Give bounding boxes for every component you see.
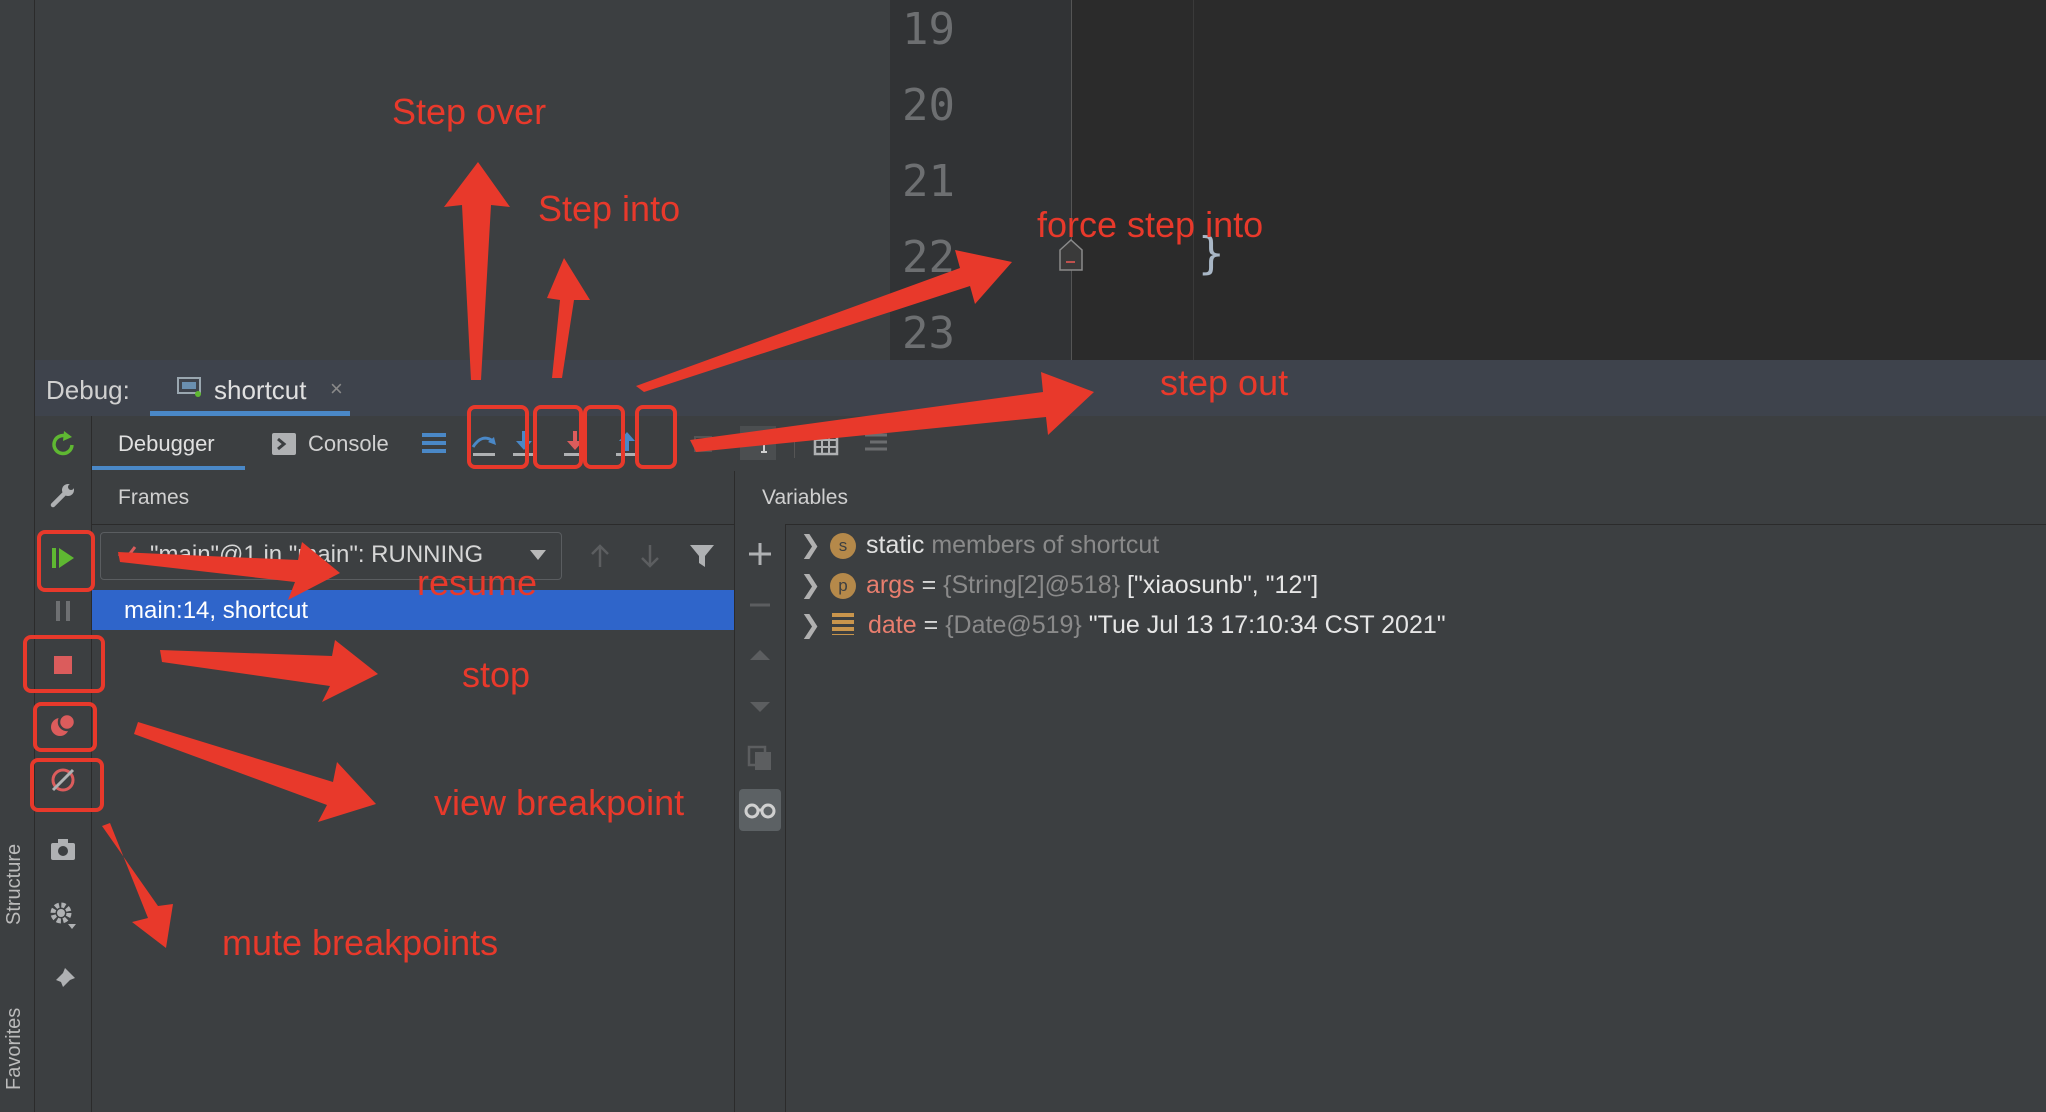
static-badge-icon: s: [830, 533, 856, 559]
drop-frame-icon[interactable]: [692, 431, 716, 455]
tab-debugger[interactable]: Debugger: [118, 431, 215, 457]
remove-watch-icon[interactable]: [746, 591, 774, 619]
pin-icon[interactable]: [48, 965, 78, 995]
tool-window-strip: Structure Favorites: [0, 0, 35, 1112]
step-into-highlight: [533, 405, 583, 469]
resume-highlight: [37, 530, 95, 592]
annotation-view-breakpoint: view breakpoint: [434, 782, 685, 823]
favorites-tool-tab[interactable]: Favorites: [3, 1008, 26, 1090]
trace-icon[interactable]: [862, 429, 890, 457]
field-icon: [832, 613, 854, 635]
variable-row[interactable]: ❯ p args = {String[2]@518} ["xiaosunb", "1…: [800, 570, 1318, 606]
settings-gear-icon[interactable]: [48, 900, 78, 930]
close-icon[interactable]: ×: [330, 376, 343, 402]
tab-underline: [92, 466, 245, 470]
step-out-highlight: [635, 405, 677, 469]
camera-icon[interactable]: [48, 834, 78, 864]
chevron-right-icon[interactable]: ❯: [800, 530, 830, 560]
pause-icon[interactable]: [48, 596, 78, 626]
line-number: 20: [902, 80, 955, 131]
view-breakpoint-highlight: [33, 702, 97, 752]
rerun-icon[interactable]: [48, 430, 78, 460]
variables-header: [735, 471, 2046, 525]
static-members-label: members of shortcut: [931, 531, 1160, 559]
variable-row[interactable]: ❯ date = {Date@519} "Tue Jul 13 17:10:34 …: [800, 610, 1446, 646]
tab-console[interactable]: Console: [308, 431, 389, 457]
line-number: 22: [902, 232, 955, 283]
run-config-icon: [177, 377, 201, 397]
wrench-icon[interactable]: [48, 480, 78, 510]
arrow-up-icon[interactable]: [588, 543, 612, 569]
variable-value: ["xiaosunb", "12"]: [1127, 571, 1319, 599]
copy-icon[interactable]: [746, 744, 774, 772]
evaluate-expression-icon[interactable]: [812, 429, 840, 457]
variable-type: {String[2]@518}: [943, 571, 1121, 599]
chevron-right-icon[interactable]: ❯: [800, 610, 830, 640]
stop-highlight: [23, 635, 105, 693]
variable-type: {Date@519}: [945, 611, 1082, 639]
filter-icon[interactable]: [688, 543, 716, 569]
variable-name: args: [866, 571, 915, 599]
arrow-down-icon[interactable]: [638, 543, 662, 569]
editor-gutter: 19 20 21 22 23: [890, 0, 1072, 360]
indent-guide: [1193, 0, 1194, 360]
force-step-into-highlight: [583, 405, 625, 469]
show-execution-point-icon[interactable]: [420, 429, 448, 457]
line-number: 21: [902, 156, 955, 207]
variable-value: "Tue Jul 13 17:10:34 CST 2021": [1088, 611, 1446, 639]
equals-sign: =: [921, 571, 937, 599]
parameter-badge-icon: p: [830, 573, 856, 599]
chevron-right-icon[interactable]: ❯: [800, 570, 830, 600]
step-over-highlight: [467, 405, 529, 469]
run-to-cursor-icon[interactable]: [740, 426, 776, 460]
chevron-down-icon: [530, 550, 546, 560]
thread-check-icon: [117, 546, 137, 563]
variable-row[interactable]: ❯ s static members of shortcut: [800, 530, 1159, 566]
frames-title: Frames: [118, 486, 190, 509]
equals-sign: =: [923, 611, 939, 639]
annotation-step-out: step out: [1160, 362, 1289, 403]
annotation-force-step-into: force step into: [1037, 204, 1264, 245]
move-up-icon[interactable]: [746, 642, 774, 670]
debug-label: Debug:: [46, 375, 130, 405]
toolbar-separator: [794, 428, 795, 458]
mute-breakpoints-highlight: [30, 758, 104, 812]
line-number: 19: [902, 4, 955, 55]
annotation-resume: resume: [417, 562, 538, 603]
annotation-mute-breakpoints: mute breakpoints: [222, 922, 499, 963]
frame-label: main:14, shortcut: [124, 597, 309, 624]
move-down-icon[interactable]: [746, 692, 774, 720]
editor-left-area: [35, 0, 890, 360]
console-icon: [272, 433, 296, 455]
static-keyword: static: [866, 531, 925, 559]
glasses-icon: [744, 803, 776, 819]
structure-tool-tab[interactable]: Structure: [3, 844, 26, 925]
debug-session-tab-label: shortcut: [214, 375, 307, 405]
variables-title: Variables: [762, 486, 848, 509]
annotation-stop: stop: [462, 654, 531, 695]
annotation-step-into: Step into: [538, 188, 681, 229]
add-watch-icon[interactable]: [746, 540, 774, 568]
annotation-step-over: Step over: [392, 91, 547, 132]
variables-side-toolbar: [735, 524, 786, 1112]
code-area[interactable]: [1072, 0, 2046, 360]
line-number: 23: [902, 308, 955, 359]
variable-name: date: [868, 611, 917, 639]
